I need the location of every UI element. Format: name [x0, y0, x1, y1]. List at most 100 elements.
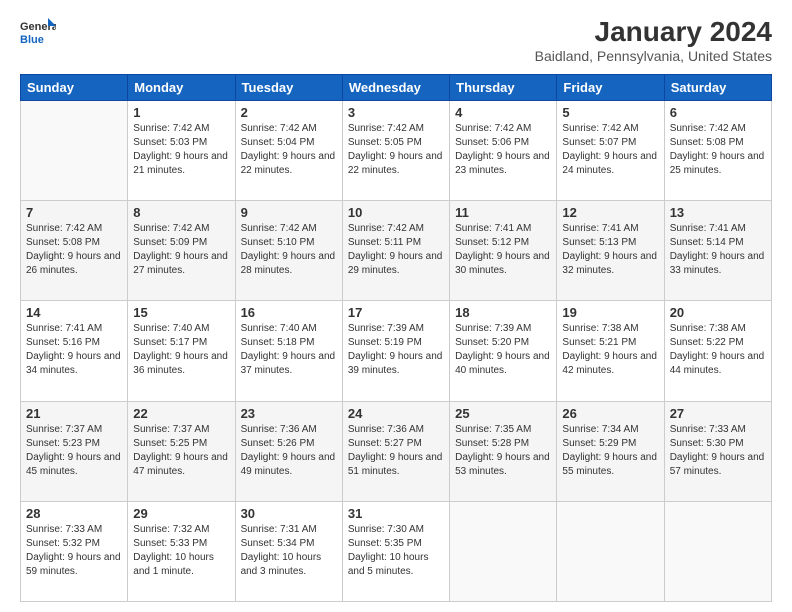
day-number: 31 [348, 506, 444, 521]
day-info: Sunrise: 7:41 AM Sunset: 5:12 PM Dayligh… [455, 222, 551, 278]
calendar-cell: 5 Sunrise: 7:42 AM Sunset: 5:07 PM Daylig… [557, 101, 664, 201]
calendar-cell: 2Sunrise: 7:42 AM Sunset: 5:04 PM Daylig… [235, 101, 342, 201]
day-info: Sunrise: 7:41 AM Sunset: 5:13 PM Dayligh… [562, 222, 658, 278]
calendar-cell: 27Sunrise: 7:33 AM Sunset: 5:30 PM Dayli… [664, 401, 771, 501]
day-number: 14 [26, 305, 122, 320]
day-number: 23 [241, 406, 337, 421]
day-number: 6 [670, 105, 766, 120]
col-sunday: Sunday [21, 75, 128, 101]
day-number: 15 [133, 305, 229, 320]
calendar-cell: 9 Sunrise: 7:42 AM Sunset: 5:10 PM Daylig… [235, 201, 342, 301]
day-number: 7 [26, 205, 122, 220]
day-info: Sunrise: 7:37 AM Sunset: 5:23 PM Dayligh… [26, 423, 122, 479]
day-info: Sunrise: 7:33 AM Sunset: 5:32 PM Dayligh… [26, 523, 122, 579]
calendar-cell [450, 501, 557, 601]
table-row: 14 Sunrise: 7:41 AM Sunset: 5:16 PM Dayli… [21, 301, 772, 401]
day-info: Sunrise: 7:42 AM Sunset: 5:06 PM Dayligh… [455, 122, 551, 178]
day-info: Sunrise: 7:35 AM Sunset: 5:28 PM Dayligh… [455, 423, 551, 479]
day-info: Sunrise: 7:42 AM Sunset: 5:08 PM Dayligh… [670, 122, 766, 178]
table-row: 1Sunrise: 7:42 AM Sunset: 5:03 PM Daylig… [21, 101, 772, 201]
day-info: Sunrise: 7:38 AM Sunset: 5:21 PM Dayligh… [562, 322, 658, 378]
calendar-cell: 14 Sunrise: 7:41 AM Sunset: 5:16 PM Dayli… [21, 301, 128, 401]
calendar-cell: 7 Sunrise: 7:42 AM Sunset: 5:08 PM Daylig… [21, 201, 128, 301]
month-year: January 2024 [535, 16, 772, 48]
day-info: Sunrise: 7:42 AM Sunset: 5:07 PM Dayligh… [562, 122, 658, 178]
day-info: Sunrise: 7:42 AM Sunset: 5:10 PM Dayligh… [241, 222, 337, 278]
day-number: 29 [133, 506, 229, 521]
day-number: 25 [455, 406, 551, 421]
day-number: 18 [455, 305, 551, 320]
col-friday: Friday [557, 75, 664, 101]
day-info: Sunrise: 7:41 AM Sunset: 5:14 PM Dayligh… [670, 222, 766, 278]
day-info: Sunrise: 7:32 AM Sunset: 5:33 PM Dayligh… [133, 523, 229, 579]
day-number: 9 [241, 205, 337, 220]
day-info: Sunrise: 7:34 AM Sunset: 5:29 PM Dayligh… [562, 423, 658, 479]
logo: General Blue [20, 16, 56, 46]
day-info: Sunrise: 7:41 AM Sunset: 5:16 PM Dayligh… [26, 322, 122, 378]
day-number: 4 [455, 105, 551, 120]
day-number: 27 [670, 406, 766, 421]
day-number: 12 [562, 205, 658, 220]
page: General Blue January 2024 Baidland, Penn… [0, 0, 792, 612]
calendar-cell: 1Sunrise: 7:42 AM Sunset: 5:03 PM Daylig… [128, 101, 235, 201]
header: General Blue January 2024 Baidland, Penn… [20, 16, 772, 64]
location: Baidland, Pennsylvania, United States [535, 48, 772, 64]
table-row: 28Sunrise: 7:33 AM Sunset: 5:32 PM Dayli… [21, 501, 772, 601]
day-number: 2 [241, 105, 337, 120]
calendar-cell: 31 Sunrise: 7:30 AM Sunset: 5:35 PM Dayli… [342, 501, 449, 601]
day-info: Sunrise: 7:30 AM Sunset: 5:35 PM Dayligh… [348, 523, 444, 579]
day-info: Sunrise: 7:39 AM Sunset: 5:19 PM Dayligh… [348, 322, 444, 378]
title-area: January 2024 Baidland, Pennsylvania, Uni… [535, 16, 772, 64]
svg-text:Blue: Blue [20, 34, 44, 46]
calendar-cell [21, 101, 128, 201]
calendar-cell: 29 Sunrise: 7:32 AM Sunset: 5:33 PM Dayli… [128, 501, 235, 601]
calendar-cell: 11 Sunrise: 7:41 AM Sunset: 5:12 PM Dayli… [450, 201, 557, 301]
day-info: Sunrise: 7:31 AM Sunset: 5:34 PM Dayligh… [241, 523, 337, 579]
calendar-cell: 10 Sunrise: 7:42 AM Sunset: 5:11 PM Dayli… [342, 201, 449, 301]
calendar-cell [664, 501, 771, 601]
day-info: Sunrise: 7:42 AM Sunset: 5:08 PM Dayligh… [26, 222, 122, 278]
day-number: 21 [26, 406, 122, 421]
table-row: 21 Sunrise: 7:37 AM Sunset: 5:23 PM Dayli… [21, 401, 772, 501]
calendar-cell: 20 Sunrise: 7:38 AM Sunset: 5:22 PM Dayli… [664, 301, 771, 401]
col-tuesday: Tuesday [235, 75, 342, 101]
col-wednesday: Wednesday [342, 75, 449, 101]
calendar-cell: 26 Sunrise: 7:34 AM Sunset: 5:29 PM Dayli… [557, 401, 664, 501]
day-number: 11 [455, 205, 551, 220]
day-info: Sunrise: 7:42 AM Sunset: 5:11 PM Dayligh… [348, 222, 444, 278]
logo-icon: General Blue [20, 16, 56, 46]
day-number: 13 [670, 205, 766, 220]
calendar-table: Sunday Monday Tuesday Wednesday Thursday… [20, 74, 772, 602]
day-number: 1 [133, 105, 229, 120]
calendar-cell: 21 Sunrise: 7:37 AM Sunset: 5:23 PM Dayli… [21, 401, 128, 501]
calendar-cell: 19Sunrise: 7:38 AM Sunset: 5:21 PM Dayli… [557, 301, 664, 401]
calendar-cell: 24 Sunrise: 7:36 AM Sunset: 5:27 PM Dayli… [342, 401, 449, 501]
day-number: 10 [348, 205, 444, 220]
day-info: Sunrise: 7:36 AM Sunset: 5:27 PM Dayligh… [348, 423, 444, 479]
day-number: 24 [348, 406, 444, 421]
col-monday: Monday [128, 75, 235, 101]
day-info: Sunrise: 7:38 AM Sunset: 5:22 PM Dayligh… [670, 322, 766, 378]
day-number: 26 [562, 406, 658, 421]
day-number: 20 [670, 305, 766, 320]
day-number: 8 [133, 205, 229, 220]
calendar-cell: 15Sunrise: 7:40 AM Sunset: 5:17 PM Dayli… [128, 301, 235, 401]
calendar-cell: 13 Sunrise: 7:41 AM Sunset: 5:14 PM Dayli… [664, 201, 771, 301]
calendar-cell: 25 Sunrise: 7:35 AM Sunset: 5:28 PM Dayli… [450, 401, 557, 501]
calendar-cell: 28Sunrise: 7:33 AM Sunset: 5:32 PM Dayli… [21, 501, 128, 601]
calendar-cell: 8 Sunrise: 7:42 AM Sunset: 5:09 PM Daylig… [128, 201, 235, 301]
calendar-cell: 30Sunrise: 7:31 AM Sunset: 5:34 PM Dayli… [235, 501, 342, 601]
col-thursday: Thursday [450, 75, 557, 101]
day-number: 22 [133, 406, 229, 421]
calendar-cell: 22Sunrise: 7:37 AM Sunset: 5:25 PM Dayli… [128, 401, 235, 501]
calendar-cell: 16Sunrise: 7:40 AM Sunset: 5:18 PM Dayli… [235, 301, 342, 401]
day-info: Sunrise: 7:42 AM Sunset: 5:09 PM Dayligh… [133, 222, 229, 278]
day-number: 3 [348, 105, 444, 120]
calendar-cell: 18Sunrise: 7:39 AM Sunset: 5:20 PM Dayli… [450, 301, 557, 401]
header-row: Sunday Monday Tuesday Wednesday Thursday… [21, 75, 772, 101]
day-number: 16 [241, 305, 337, 320]
table-row: 7 Sunrise: 7:42 AM Sunset: 5:08 PM Daylig… [21, 201, 772, 301]
day-number: 5 [562, 105, 658, 120]
calendar-cell: 23Sunrise: 7:36 AM Sunset: 5:26 PM Dayli… [235, 401, 342, 501]
day-number: 17 [348, 305, 444, 320]
